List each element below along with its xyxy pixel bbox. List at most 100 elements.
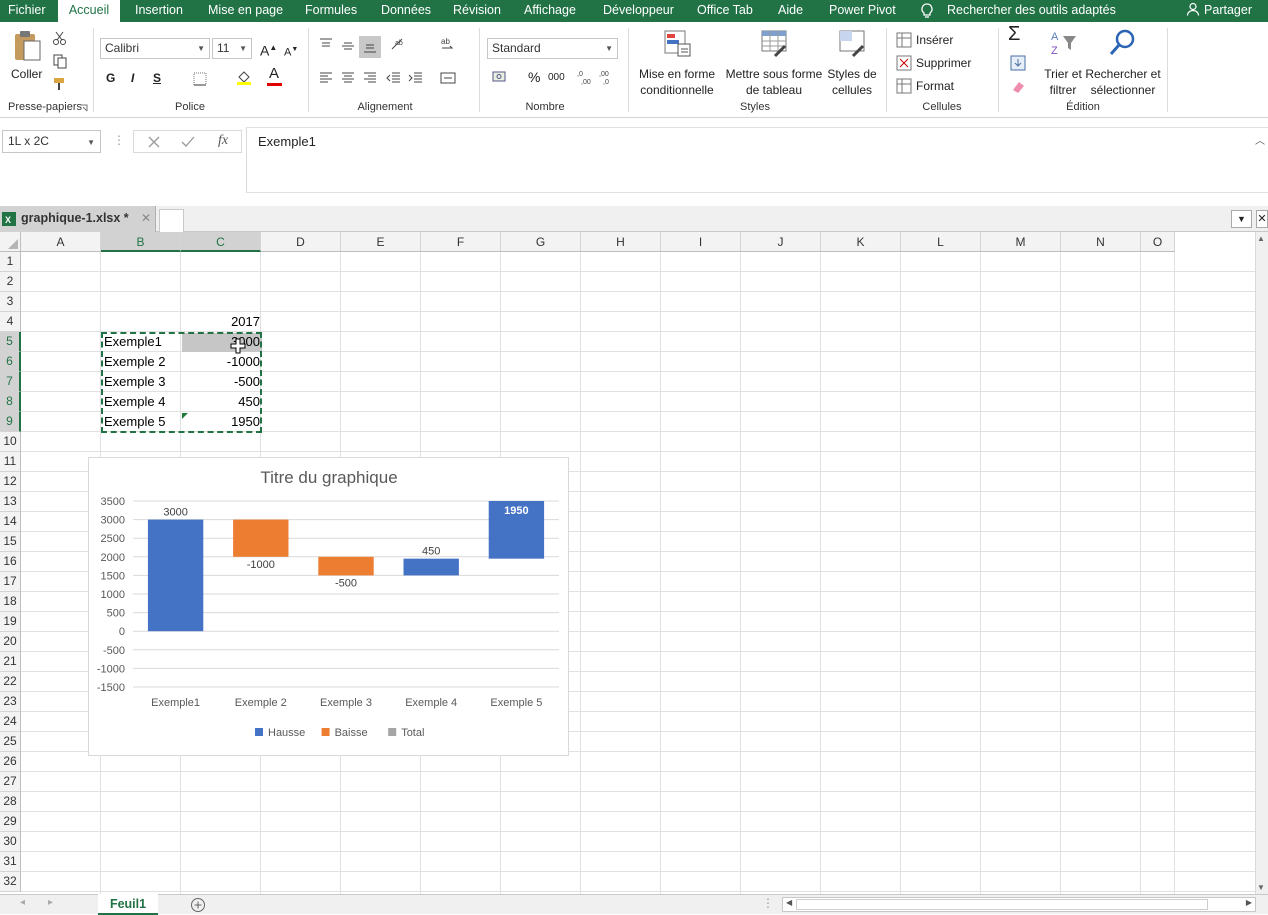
row-header-31[interactable]: 31 xyxy=(0,852,21,872)
row-header-17[interactable]: 17 xyxy=(0,572,21,592)
row-header-32[interactable]: 32 xyxy=(0,872,21,892)
search-tools[interactable]: Rechercher des outils adaptés xyxy=(947,0,1116,22)
increase-indent-icon[interactable] xyxy=(408,70,424,86)
close-document-icon[interactable]: ✕ xyxy=(1256,210,1268,228)
font-name-select[interactable]: Calibri ▼ xyxy=(100,38,210,59)
sheet-tab-feuil1[interactable]: Feuil1 xyxy=(98,894,158,915)
font-size-select[interactable]: 11 ▼ xyxy=(212,38,252,59)
collapse-formula-icon[interactable]: ︿ xyxy=(1255,132,1265,147)
tab-office-tab[interactable]: Office Tab xyxy=(697,0,753,22)
wrap-text-icon[interactable]: ab xyxy=(440,36,456,52)
row-header-6[interactable]: 6 xyxy=(0,352,21,372)
increase-decimal-icon[interactable]: ,0,00 xyxy=(576,68,594,86)
insert-function-icon[interactable]: fx xyxy=(218,133,228,149)
percent-button[interactable]: % xyxy=(528,69,540,85)
eraser-icon[interactable] xyxy=(1010,78,1026,94)
insert-button[interactable]: Insérer xyxy=(916,32,953,48)
row-header-29[interactable]: 29 xyxy=(0,812,21,832)
row-header-5[interactable]: 5 xyxy=(0,332,21,352)
share-button[interactable]: Partager xyxy=(1186,0,1252,22)
scissors-icon[interactable] xyxy=(52,30,68,46)
worksheet-grid[interactable]: ABCDEFGHIJKLMNO 1 2 3 4 5 6 7 8 9 10 11 12 13 14 15 16 1… xyxy=(0,232,1255,894)
row-header-26[interactable]: 26 xyxy=(0,752,21,772)
cancel-icon[interactable] xyxy=(146,134,162,150)
waterfall-chart[interactable]: Titre du graphique 3500 3000 2500 2000 1500 10… xyxy=(88,457,569,756)
row-header-27[interactable]: 27 xyxy=(0,772,21,792)
row-header-11[interactable]: 11 xyxy=(0,452,21,472)
scroll-right-icon[interactable]: ▶ xyxy=(1246,898,1252,907)
next-sheet-icon[interactable]: ▸ xyxy=(48,897,53,908)
format-button[interactable]: Format xyxy=(916,78,954,94)
column-header-d[interactable]: D xyxy=(261,232,341,252)
tab-formules[interactable]: Formules xyxy=(305,0,357,22)
borders-icon[interactable] xyxy=(192,71,208,87)
column-header-n[interactable]: N xyxy=(1061,232,1141,252)
paste-button[interactable]: Coller xyxy=(6,28,46,90)
row-header-24[interactable]: 24 xyxy=(0,712,21,732)
format-cells-icon[interactable] xyxy=(896,78,912,94)
row-header-25[interactable]: 25 xyxy=(0,732,21,752)
row-header-19[interactable]: 19 xyxy=(0,612,21,632)
tab-insertion[interactable]: Insertion xyxy=(135,0,183,22)
scroll-left-icon[interactable]: ◀ xyxy=(786,898,792,907)
row-header-18[interactable]: 18 xyxy=(0,592,21,612)
copy-icon[interactable] xyxy=(52,53,68,69)
column-header-c[interactable]: C xyxy=(181,232,261,252)
row-header-3[interactable]: 3 xyxy=(0,292,21,312)
sort-filter-button[interactable]: AZ Trier et filtrer xyxy=(1040,28,1086,98)
name-box[interactable]: 1L x 2C ▼ xyxy=(2,130,101,153)
fill-color-icon[interactable] xyxy=(236,69,252,85)
column-header-i[interactable]: I xyxy=(661,232,741,252)
row-header-30[interactable]: 30 xyxy=(0,832,21,852)
thousands-button[interactable]: 000 xyxy=(548,70,565,86)
number-format-select[interactable]: Standard ▼ xyxy=(487,38,618,59)
column-header-h[interactable]: H xyxy=(581,232,661,252)
column-header-m[interactable]: M xyxy=(981,232,1061,252)
tab-developpeur[interactable]: Développeur xyxy=(603,0,674,22)
row-header-13[interactable]: 13 xyxy=(0,492,21,512)
column-header-a[interactable]: A xyxy=(21,232,101,252)
scroll-down-icon[interactable]: ▼ xyxy=(1257,883,1265,892)
row-header-14[interactable]: 14 xyxy=(0,512,21,532)
format-as-table-button[interactable]: Mettre sous forme de tableau xyxy=(724,28,824,98)
tab-power-pivot[interactable]: Power Pivot xyxy=(829,0,896,22)
column-header-b[interactable]: B xyxy=(101,232,181,252)
column-header-l[interactable]: L xyxy=(901,232,981,252)
align-center-icon[interactable] xyxy=(340,70,356,86)
file-tab[interactable]: X graphique-1.xlsx * ✕ xyxy=(0,206,156,232)
align-top-icon[interactable] xyxy=(318,36,334,52)
row-header-21[interactable]: 21 xyxy=(0,652,21,672)
merge-center-icon[interactable] xyxy=(440,70,456,86)
align-bottom-button[interactable] xyxy=(359,36,381,58)
row-header-9[interactable]: 9 xyxy=(0,412,21,432)
tab-revision[interactable]: Révision xyxy=(453,0,501,22)
align-right-icon[interactable] xyxy=(362,70,378,86)
find-select-button[interactable]: Rechercher et sélectionner xyxy=(1084,28,1162,98)
row-header-7[interactable]: 7 xyxy=(0,372,21,392)
autosum-icon[interactable]: Σ xyxy=(1008,24,1020,44)
enter-icon[interactable] xyxy=(180,134,196,150)
format-painter-icon[interactable] xyxy=(52,76,68,92)
align-left-icon[interactable] xyxy=(318,70,334,86)
tab-affichage[interactable]: Affichage xyxy=(524,0,576,22)
align-middle-icon[interactable] xyxy=(340,38,356,54)
hscroll-thumb[interactable] xyxy=(796,899,1208,910)
row-header-12[interactable]: 12 xyxy=(0,472,21,492)
row-header-28[interactable]: 28 xyxy=(0,792,21,812)
tab-aide[interactable]: Aide xyxy=(778,0,803,22)
tab-fichier[interactable]: Fichier xyxy=(8,0,46,22)
shrink-font-icon[interactable]: A▼ xyxy=(284,42,298,61)
accounting-format-icon[interactable] xyxy=(492,69,508,85)
row-header-20[interactable]: 20 xyxy=(0,632,21,652)
column-header-e[interactable]: E xyxy=(341,232,421,252)
new-tab-button[interactable] xyxy=(159,209,184,232)
font-color-icon[interactable]: A xyxy=(269,66,279,82)
row-header-16[interactable]: 16 xyxy=(0,552,21,572)
orientation-icon[interactable]: ab xyxy=(390,36,406,52)
formula-input[interactable]: Exemple1 xyxy=(246,127,1268,193)
grow-font-icon[interactable]: A▲ xyxy=(260,40,277,59)
dialog-launcher-icon[interactable] xyxy=(80,104,88,112)
add-sheet-icon[interactable] xyxy=(190,897,206,913)
row-header-1[interactable]: 1 xyxy=(0,252,21,272)
column-header-f[interactable]: F xyxy=(421,232,501,252)
